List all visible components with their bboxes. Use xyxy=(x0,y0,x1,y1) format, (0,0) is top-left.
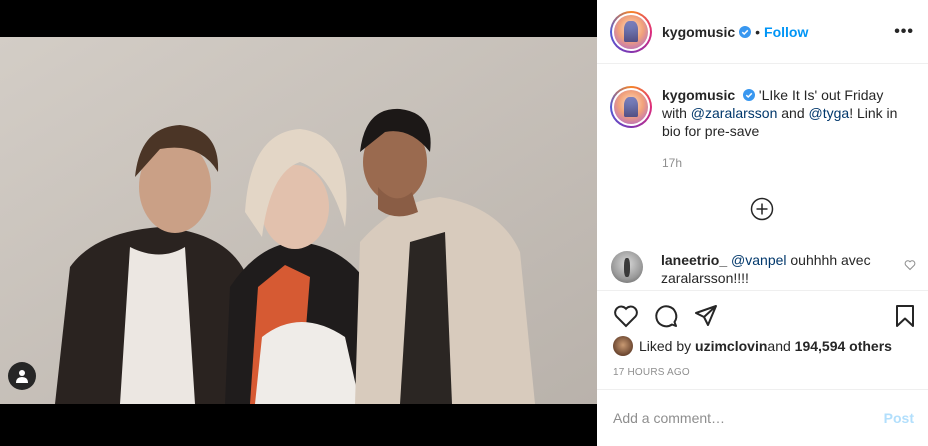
caption-text-2: and xyxy=(777,105,809,121)
comment-icon[interactable] xyxy=(653,303,679,329)
user-tag-button[interactable] xyxy=(8,362,36,390)
commenter-username[interactable]: laneetrio_ xyxy=(661,252,727,268)
verified-icon xyxy=(739,25,752,38)
photo-illustration xyxy=(0,37,597,404)
verified-icon xyxy=(743,89,756,101)
liker-username[interactable]: uzimclovin xyxy=(695,338,767,354)
post-photo[interactable] xyxy=(0,37,597,404)
mention-zaralarsson[interactable]: @zaralarsson xyxy=(691,105,778,121)
commenter-avatar[interactable] xyxy=(611,251,643,283)
save-icon[interactable] xyxy=(892,303,918,329)
load-more-comments-icon[interactable] xyxy=(750,197,774,221)
post-header: kygomusic • Follow ••• xyxy=(597,0,928,64)
post-comment-button[interactable]: Post xyxy=(884,410,914,426)
comment-input[interactable] xyxy=(613,410,884,426)
mention-tyga[interactable]: @tyga xyxy=(809,105,850,121)
comment-item: laneetrio_ @vanpel ouhhhh avec zaralarss… xyxy=(611,251,916,287)
add-comment-bar: Post xyxy=(597,389,928,446)
share-icon[interactable] xyxy=(693,303,719,329)
liker-avatar[interactable] xyxy=(613,336,633,356)
comments-area: kygomusic 'LIke It Is' out Friday with @… xyxy=(597,64,928,290)
likes-count[interactable]: 194,594 others xyxy=(795,338,892,354)
comment-text: laneetrio_ @vanpel ouhhhh avec zaralarss… xyxy=(661,251,885,287)
caption-timestamp[interactable]: 17h xyxy=(662,154,902,172)
separator-dot: • xyxy=(755,23,761,40)
comment-mention[interactable]: @vanpel xyxy=(731,252,786,268)
comment-like-icon[interactable] xyxy=(904,259,916,271)
likes-prefix: Liked by xyxy=(639,338,692,354)
post-caption: kygomusic 'LIke It Is' out Friday with @… xyxy=(597,64,928,172)
post-media xyxy=(0,0,597,446)
heart-icon[interactable] xyxy=(613,303,639,329)
more-options-icon[interactable]: ••• xyxy=(894,23,914,41)
likes-middle: and xyxy=(767,338,791,354)
author-avatar[interactable] xyxy=(610,10,652,53)
post-timestamp[interactable]: 17 HOURS AGO xyxy=(613,367,690,378)
caption-avatar[interactable] xyxy=(610,86,652,128)
caption-body: kygomusic 'LIke It Is' out Friday with @… xyxy=(662,86,902,172)
likes-summary: Liked by uzimclovin and 194,594 others xyxy=(613,336,892,356)
user-tag-icon xyxy=(16,370,28,383)
post-side-panel: kygomusic • Follow ••• kygomusic 'LIke I… xyxy=(597,0,928,446)
author-username[interactable]: kygomusic xyxy=(662,24,735,40)
follow-button[interactable]: Follow xyxy=(764,24,808,40)
caption-username[interactable]: kygomusic xyxy=(662,87,735,103)
action-bar xyxy=(597,290,928,338)
